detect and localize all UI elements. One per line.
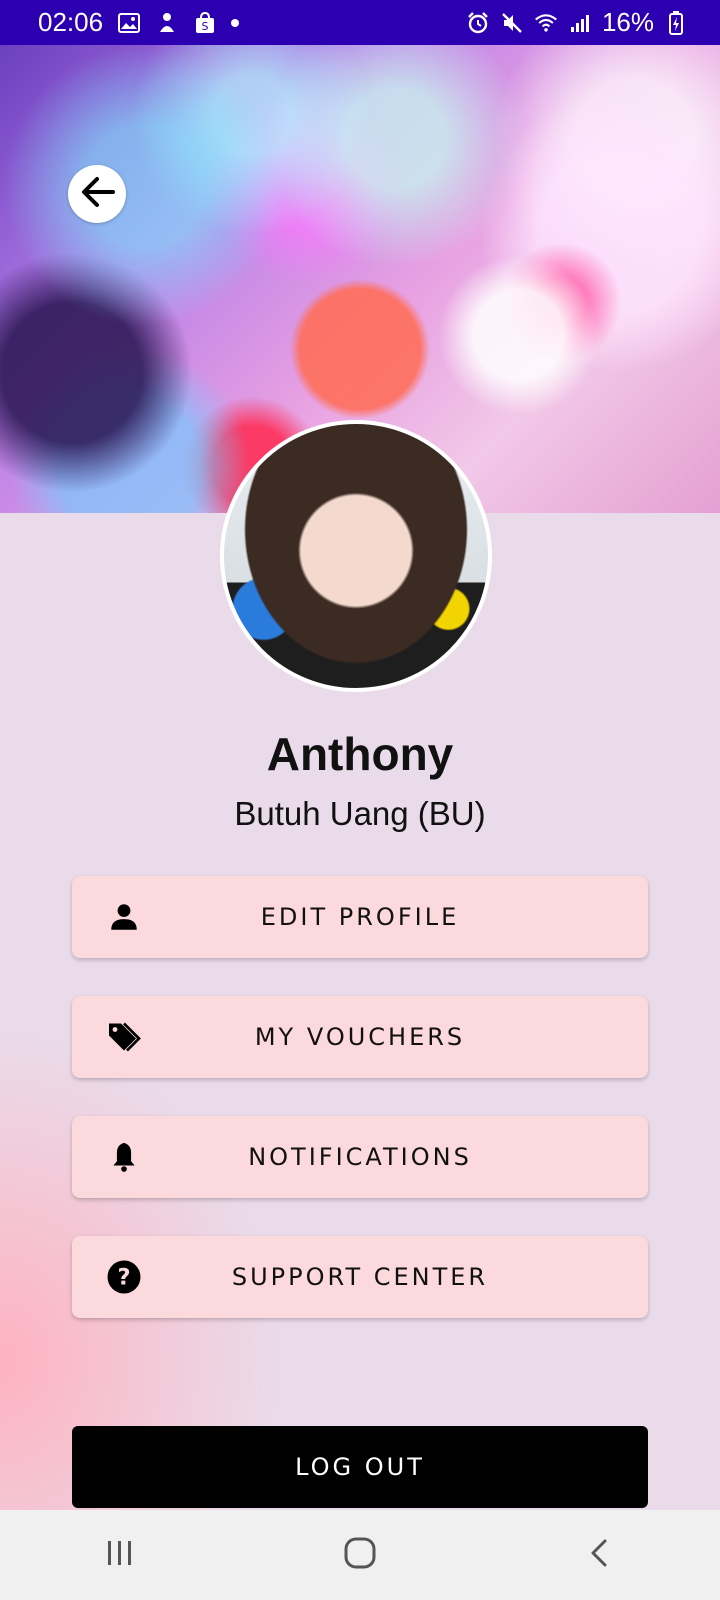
back-button[interactable] [68,165,126,223]
profile-subtitle: Butuh Uang (BU) [234,795,486,832]
avatar[interactable] [220,420,492,692]
alarm-icon [466,11,490,35]
support-center-button[interactable]: ? SUPPORT CENTER [72,1236,648,1318]
back-icon [585,1538,615,1573]
profile-name: Anthony [266,728,454,780]
support-center-label: SUPPORT CENTER [231,1263,489,1291]
my-vouchers-label: MY VOUCHERS [254,1023,466,1051]
nav-back-button[interactable] [570,1525,630,1585]
arrow-left-icon [77,172,117,217]
home-button[interactable] [330,1525,390,1585]
logout-button[interactable]: LOG OUT [72,1426,648,1508]
my-vouchers-button[interactable]: MY VOUCHERS [72,996,648,1078]
status-time: 02:06 [38,7,104,37]
recent-apps-icon [105,1538,135,1573]
tags-icon [106,1019,142,1055]
edit-profile-label: EDIT PROFILE [260,903,460,931]
app-notification-icon [155,11,179,35]
notifications-button[interactable]: NOTIFICATIONS [72,1116,648,1198]
svg-text:S: S [202,20,209,33]
wifi-icon [534,11,558,35]
bell-icon [106,1139,142,1175]
help-circle-icon: ? [106,1259,142,1295]
system-nav-bar [0,1510,720,1600]
battery-charging-icon [664,10,688,35]
svg-text:?: ? [117,1265,130,1291]
more-notifications-dot [231,18,240,27]
signal-icon [568,11,592,35]
status-bar: 02:06 S 16% [0,0,720,45]
logout-label: LOG OUT [295,1453,425,1481]
recent-apps-button[interactable] [90,1525,150,1585]
battery-percent: 16% [601,7,654,37]
shopping-bag-icon: S [193,11,217,35]
home-icon [343,1536,377,1575]
person-icon [106,899,142,935]
mute-icon [500,11,524,35]
gallery-icon [117,11,141,35]
edit-profile-button[interactable]: EDIT PROFILE [72,876,648,958]
notifications-label: NOTIFICATIONS [248,1143,472,1171]
